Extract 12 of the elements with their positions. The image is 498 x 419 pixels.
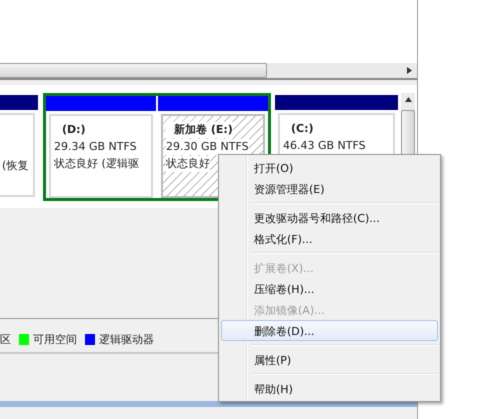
partition-label: (恢复 — [2, 158, 28, 174]
partition-label: 状态良好 — [166, 156, 210, 172]
partition-label: 29.34 GB NTFS — [54, 139, 137, 155]
partition-label: (C:) — [290, 121, 314, 137]
legend-label: 逻辑驱动器 — [99, 332, 154, 347]
partition-label: (D:) — [61, 122, 86, 138]
legend-label: 区 — [0, 332, 11, 347]
partition-label: 46.43 GB NTFS — [283, 138, 366, 154]
legend-label: 可用空间 — [33, 332, 77, 347]
partition-label: 新加卷 (E:) — [166, 122, 233, 138]
partition-label: 29.30 GB NTFS — [166, 139, 249, 155]
partition-label: 状态良好 (逻辑驱 — [54, 156, 139, 172]
